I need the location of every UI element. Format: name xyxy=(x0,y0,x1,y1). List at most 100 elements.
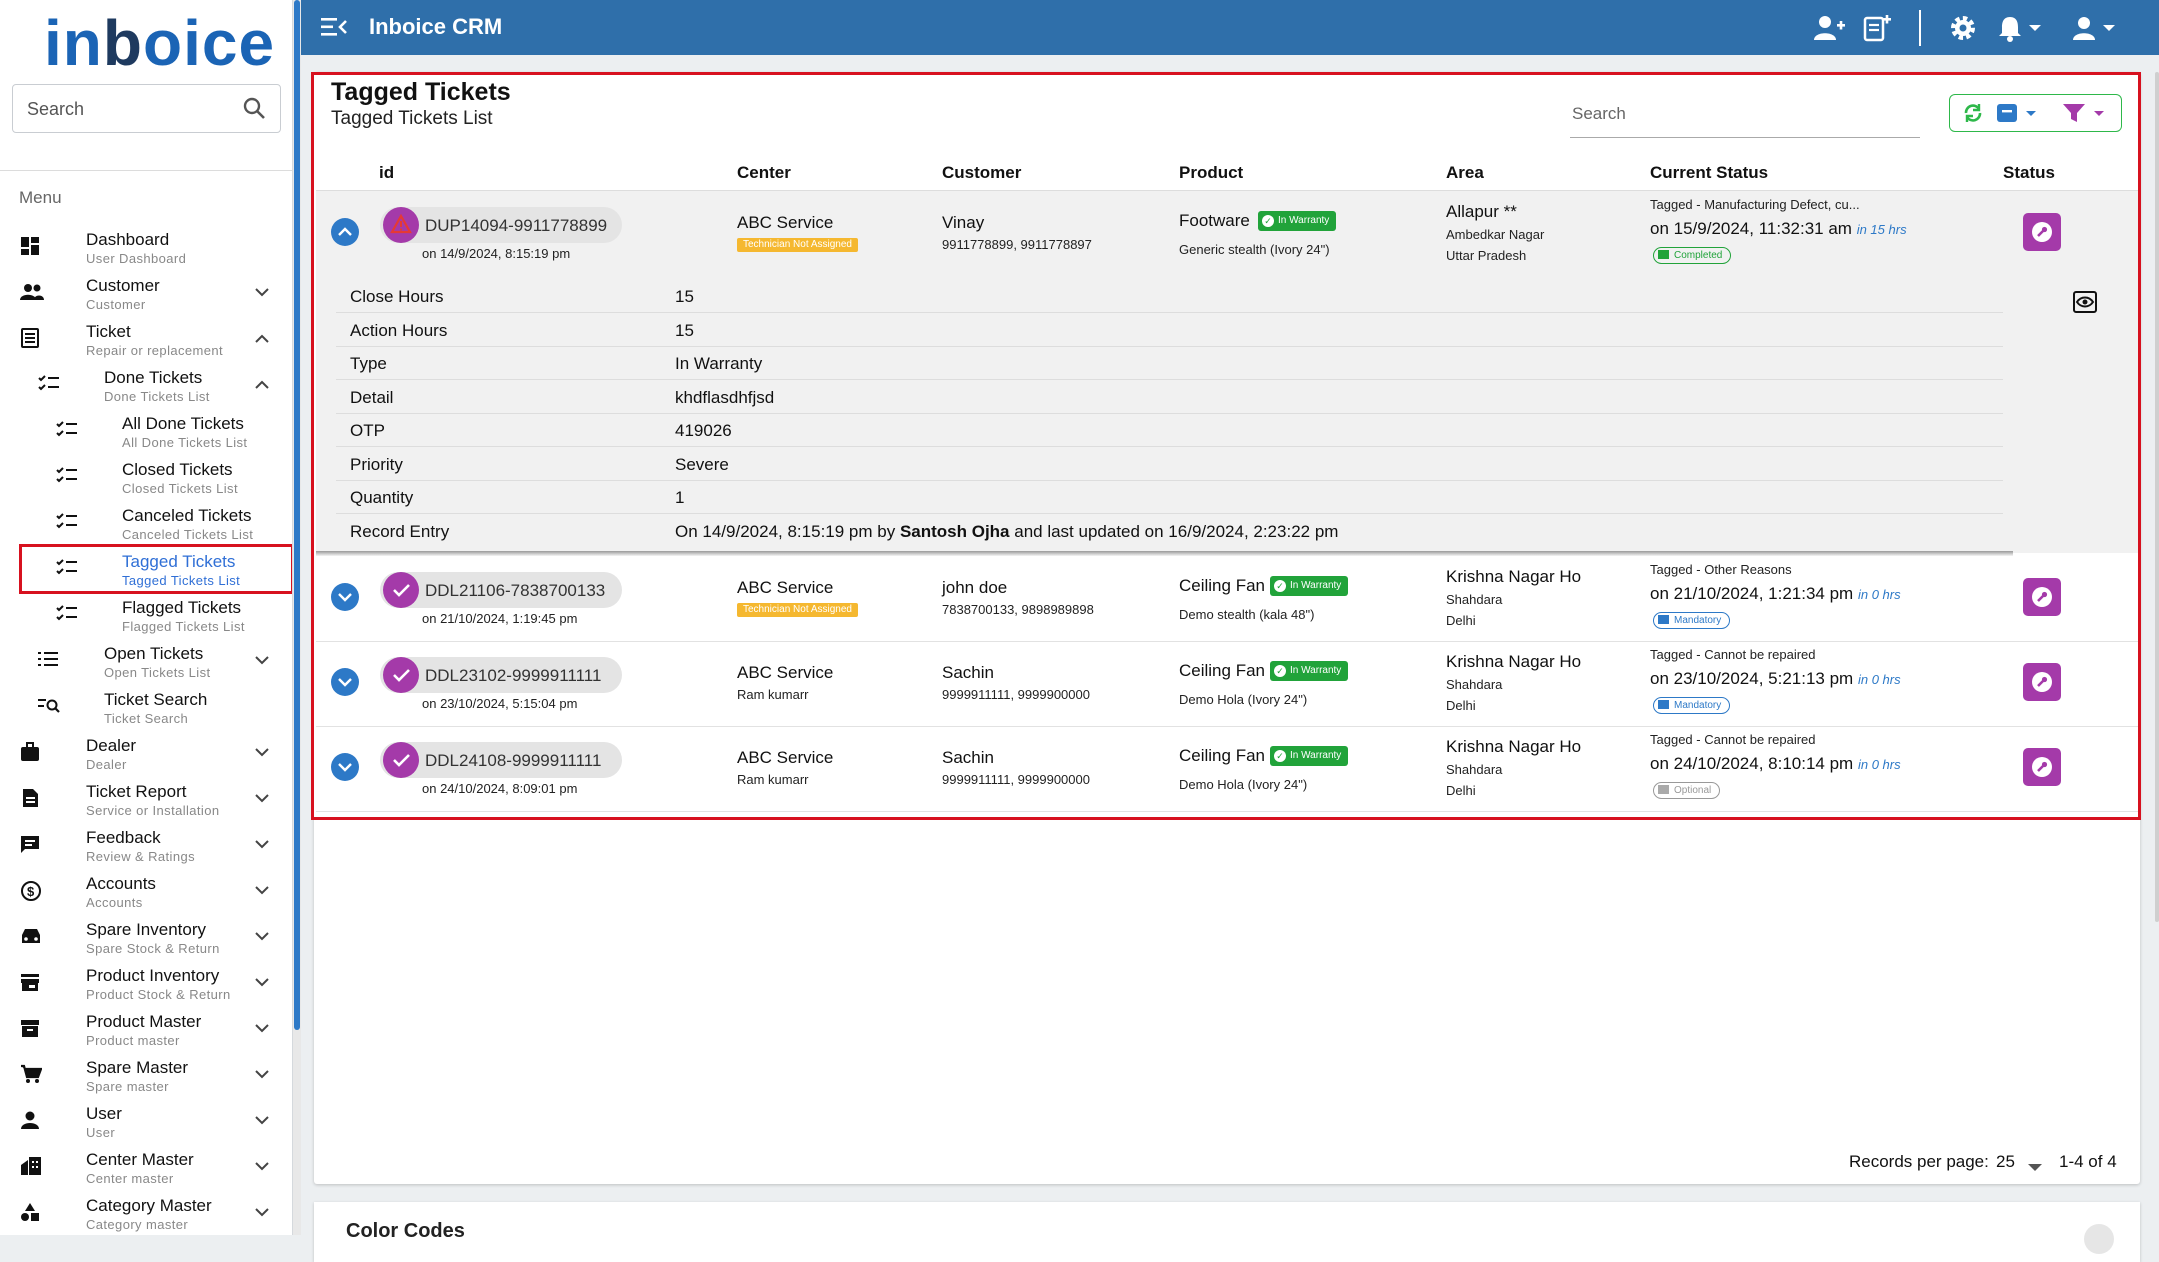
chevron-down-icon[interactable] xyxy=(255,1066,269,1084)
menu-collapse-icon[interactable] xyxy=(321,15,347,44)
refresh-icon[interactable] xyxy=(1962,102,1984,129)
sidebar-scrollbar[interactable] xyxy=(293,0,301,1235)
sidebar-item-sublabel: Repair or replacement xyxy=(86,343,224,358)
chevron-down-icon[interactable] xyxy=(255,1112,269,1130)
sidebar-item-flagged-tickets[interactable]: Flagged Tickets Flagged Tickets List xyxy=(0,594,292,638)
sidebar-item-ticket-search[interactable]: Ticket Search Ticket Search xyxy=(0,686,292,730)
record-entry-value: On 14/9/2024, 8:15:19 pm by Santosh Ojha… xyxy=(675,521,1339,541)
search-icon[interactable] xyxy=(242,96,266,125)
chevron-down-icon[interactable] xyxy=(2028,1159,2042,1177)
chevron-down-icon[interactable] xyxy=(255,790,269,808)
status-action-button[interactable] xyxy=(2023,748,2061,786)
chevron-up-icon[interactable] xyxy=(255,330,269,348)
color-codes-title: Color Codes xyxy=(346,1220,465,1242)
sidebar-item-canceled-tickets[interactable]: Canceled Tickets Canceled Tickets List xyxy=(0,502,292,546)
sidebar-item-product-master[interactable]: Product Master Product master xyxy=(0,1008,292,1052)
ticket-date: on 23/10/2024, 5:15:04 pm xyxy=(422,696,578,711)
chevron-down-icon[interactable] xyxy=(255,1158,269,1176)
expand-toggle-button[interactable] xyxy=(331,753,359,781)
chevron-up-icon[interactable] xyxy=(255,376,269,394)
column-header-center[interactable]: Center xyxy=(737,163,791,183)
chevron-down-icon[interactable] xyxy=(255,284,269,302)
sidebar-item-sublabel: Closed Tickets List xyxy=(122,481,238,496)
sidebar-item-ticket-report[interactable]: Ticket Report Service or Installation xyxy=(0,778,292,822)
sidebar-item-category-master[interactable]: Category Master Category master xyxy=(0,1192,292,1235)
status-pill: Mandatory xyxy=(1653,612,1731,629)
technician-name: Ram kumarr xyxy=(737,772,809,787)
sidebar-item-dashboard[interactable]: Dashboard User Dashboard xyxy=(0,226,292,270)
divider xyxy=(316,551,2013,556)
chevron-down-icon[interactable] xyxy=(255,652,269,670)
status-action-button[interactable] xyxy=(2023,663,2061,701)
account-menu-icon[interactable] xyxy=(2071,14,2117,47)
sidebar-item-label: Ticket Search xyxy=(104,690,208,709)
customer-name: Sachin xyxy=(942,663,994,682)
add-note-icon[interactable] xyxy=(1863,14,1891,47)
chevron-down-icon[interactable] xyxy=(255,836,269,854)
column-header-customer[interactable]: Customer xyxy=(942,163,1021,183)
sidebar-item-spare-master[interactable]: Spare Master Spare master xyxy=(0,1054,292,1098)
sidebar-item-done-tickets[interactable]: Done Tickets Done Tickets List xyxy=(0,364,292,408)
ticket-id-chip[interactable]: DUP14094-9911778899 xyxy=(380,207,622,243)
column-header-id[interactable]: id xyxy=(379,163,394,183)
view-eye-icon[interactable] xyxy=(2073,291,2097,318)
status-action-button[interactable] xyxy=(2023,578,2061,616)
detail-row: Close Hours 15 xyxy=(336,280,2003,313)
page-title: Tagged Tickets xyxy=(331,78,511,106)
notification-bell-icon[interactable] xyxy=(1997,14,2043,47)
sidebar-item-sublabel: Customer xyxy=(86,297,146,312)
detail-key: Detail xyxy=(350,387,394,407)
expand-toggle-button[interactable] xyxy=(331,583,359,611)
status-pill: Completed xyxy=(1653,247,1732,264)
chevron-down-icon[interactable] xyxy=(255,928,269,946)
detail-row: Priority Severe xyxy=(336,448,2003,481)
sidebar-item-center-master[interactable]: Center Master Center master xyxy=(0,1146,292,1190)
sidebar-item-sublabel: User Dashboard xyxy=(86,251,187,266)
warranty-badge: ✓ In Warranty xyxy=(1270,746,1349,766)
chevron-down-icon[interactable] xyxy=(255,744,269,762)
ticket-id-chip[interactable]: DDL23102-9999911111 xyxy=(380,657,622,693)
status-heading: Tagged - Manufacturing Defect, cu... xyxy=(1650,197,1860,212)
chevron-down-icon[interactable] xyxy=(255,974,269,992)
sidebar-item-open-tickets[interactable]: Open Tickets Open Tickets List xyxy=(0,640,292,684)
expand-toggle-button[interactable] xyxy=(331,218,359,246)
checklist-icon xyxy=(56,604,78,627)
status-heading: Tagged - Other Reasons xyxy=(1650,562,1792,577)
shapes-icon xyxy=(20,1202,40,1227)
detail-value: 15 xyxy=(675,320,694,340)
sidebar-search-input[interactable]: Search xyxy=(12,84,281,133)
column-header-status[interactable]: Status xyxy=(2003,163,2055,183)
column-header-product[interactable]: Product xyxy=(1179,163,1243,183)
sidebar-item-spare-inventory[interactable]: Spare Inventory Spare Stock & Return xyxy=(0,916,292,960)
column-header-area[interactable]: Area xyxy=(1446,163,1484,183)
sidebar-item-closed-tickets[interactable]: Closed Tickets Closed Tickets List xyxy=(0,456,292,500)
filter-icon[interactable] xyxy=(2062,102,2112,129)
sidebar-item-all-done-tickets[interactable]: All Done Tickets All Done Tickets List xyxy=(0,410,292,454)
chevron-down-icon[interactable] xyxy=(255,882,269,900)
page-scrollbar[interactable] xyxy=(2155,72,2159,922)
chevron-down-icon[interactable] xyxy=(255,1204,269,1222)
area-state: Delhi xyxy=(1446,698,1476,713)
sidebar-item-user[interactable]: User User xyxy=(0,1100,292,1144)
chevron-down-icon[interactable] xyxy=(255,1020,269,1038)
column-header-current-status[interactable]: Current Status xyxy=(1650,163,1768,183)
records-per-page-select[interactable]: 25 xyxy=(1996,1152,2015,1172)
sidebar-item-label: Ticket xyxy=(86,322,131,341)
sidebar-item-accounts[interactable]: $ Accounts Accounts xyxy=(0,870,292,914)
expand-toggle-button[interactable] xyxy=(331,668,359,696)
sidebar-item-product-inventory[interactable]: Product Inventory Product Stock & Return xyxy=(0,962,292,1006)
status-action-button[interactable] xyxy=(2023,213,2061,251)
sidebar-item-feedback[interactable]: Feedback Review & Ratings xyxy=(0,824,292,868)
sidebar-item-label: Ticket Report xyxy=(86,782,187,801)
table-search-input[interactable]: Search xyxy=(1570,96,1920,138)
export-archive-icon[interactable] xyxy=(1996,102,2044,129)
add-user-icon[interactable] xyxy=(1813,14,1845,47)
expand-button[interactable] xyxy=(2084,1224,2114,1254)
sidebar-item-dealer[interactable]: Dealer Dealer xyxy=(0,732,292,776)
center-name: ABC Service xyxy=(737,748,834,767)
ticket-id-chip[interactable]: DDL24108-9999911111 xyxy=(380,742,622,778)
settings-gear-icon[interactable] xyxy=(1949,14,1977,47)
sidebar-item-customer[interactable]: Customer Customer xyxy=(0,272,292,316)
sidebar-item-ticket[interactable]: Ticket Repair or replacement xyxy=(0,318,292,362)
ticket-id-chip[interactable]: DDL21106-7838700133 xyxy=(380,572,622,608)
